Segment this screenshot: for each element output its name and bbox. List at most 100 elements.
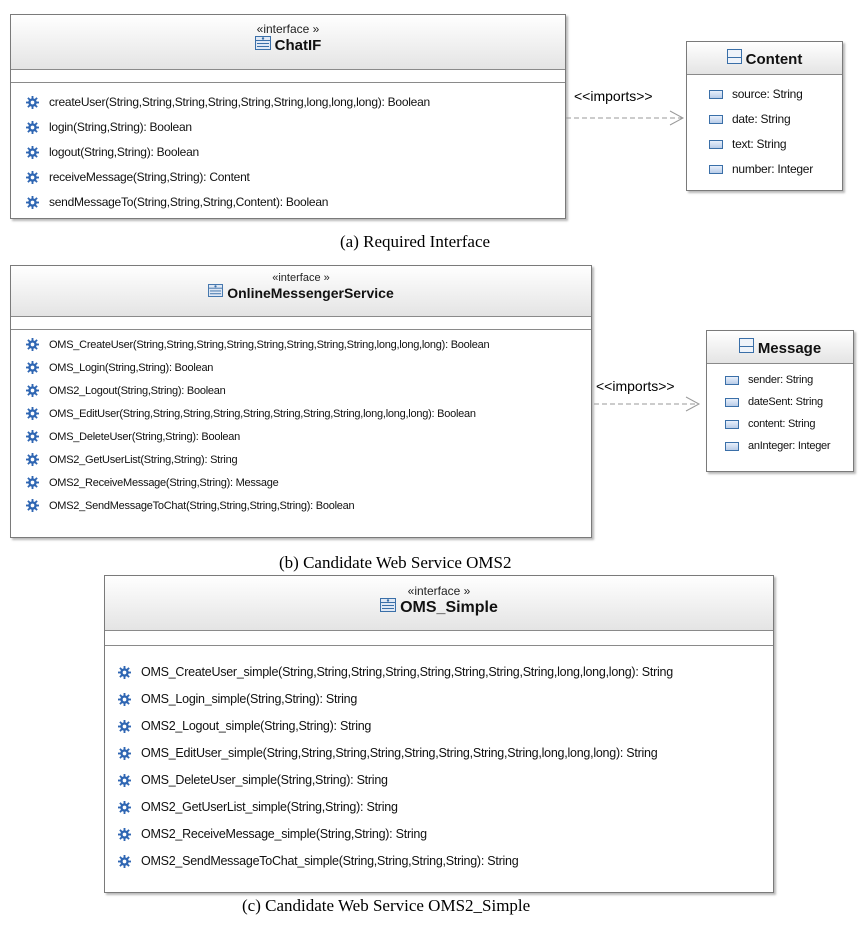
operation-icon [26,95,39,109]
oms2-header: «interface » OnlineMessengerService [11,266,591,317]
operation-icon [26,338,39,351]
attribute-row[interactable]: number: Integer [709,162,813,176]
attribute-label: source: String [732,87,803,101]
operation-icon [118,773,131,787]
caption-a: (a) Required Interface [340,232,491,251]
oms2-attribute-compartment [11,317,591,330]
operation-icon [26,476,39,489]
oms-simple-attribute-compartment [105,631,773,646]
operation-signature: OMS2_Logout_simple(String,String): Strin… [141,719,372,733]
oms-simple-stereotype: «interface » [407,584,471,598]
message-header: Message [707,331,853,364]
operation-row[interactable]: createUser(String,String,String,String,S… [26,95,430,109]
operation-icon [118,746,131,760]
interface-icon [208,284,224,302]
operation-signature: OMS2_ReceiveMessage(String,String): Mess… [49,476,279,489]
operation-row[interactable]: OMS_EditUser(String,String,String,String… [26,407,476,420]
imports-label: <<imports>> [574,88,653,104]
operation-signature: OMS_Login(String,String): Boolean [49,361,214,374]
attribute-icon [709,164,723,174]
operation-signature: logout(String,String): Boolean [49,145,199,159]
caption-b: (b) Candidate Web Service OMS2 [279,553,512,572]
operation-row[interactable]: OMS_EditUser_simple(String,String,String… [118,746,658,760]
operation-row[interactable]: OMS_Login(String,String): Boolean [26,361,213,374]
class-icon [726,49,742,69]
operation-icon [118,800,131,814]
operation-row[interactable]: OMS2_SendMessageToChat(String,String,Str… [26,499,355,512]
operation-icon [118,665,131,679]
operation-icon [26,499,39,512]
operation-row[interactable]: receiveMessage(String,String): Content [26,170,250,184]
operation-icon [26,120,39,134]
attribute-label: dateSent: String [748,396,823,408]
chatif-interface-box[interactable]: «interface » ChatIF [10,14,566,219]
operation-icon [26,384,39,397]
attribute-label: anInteger: Integer [748,440,831,452]
operation-row[interactable]: sendMessageTo(String,String,String,Conte… [26,195,328,209]
attribute-icon [709,114,723,124]
oms-simple-name: OMS_Simple [400,598,498,616]
operation-signature: OMS_CreateUser_simple(String,String,Stri… [141,665,673,679]
attribute-row[interactable]: content: String [725,418,815,430]
operation-icon [118,827,131,841]
operation-icon [26,361,39,374]
oms-simple-header: «interface » OMS_Simple [105,576,773,631]
attribute-row[interactable]: source: String [709,87,803,101]
operation-signature: OMS_EditUser(String,String,String,String… [49,407,476,420]
attribute-row[interactable]: sender: String [725,374,813,386]
attribute-label: content: String [748,418,816,430]
content-header: Content [687,42,842,75]
attribute-row[interactable]: anInteger: Integer [725,440,831,452]
content-name: Content [745,50,803,68]
attribute-icon [725,397,739,407]
operation-row[interactable]: OMS2_SendMessageToChat_simple(String,Str… [118,854,519,868]
operation-icon [118,692,131,706]
operation-row[interactable]: OMS2_Logout_simple(String,String): Strin… [118,719,371,733]
attribute-label: sender: String [748,374,813,386]
operation-row[interactable]: OMS2_ReceiveMessage_simple(String,String… [118,827,427,841]
operation-signature: OMS_DeleteUser(String,String): Boolean [49,430,241,443]
operation-icon [118,719,131,733]
operation-signature: OMS2_GetUserList(String,String): String [49,453,238,466]
operation-row[interactable]: OMS_CreateUser_simple(String,String,Stri… [118,665,673,679]
operation-signature: login(String,String): Boolean [49,120,192,134]
operation-row[interactable]: OMS2_ReceiveMessage(String,String): Mess… [26,476,279,489]
operation-signature: OMS_DeleteUser_simple(String,String): St… [141,773,388,787]
attribute-row[interactable]: date: String [709,112,791,126]
attribute-icon [725,441,739,451]
dependency-arrow [566,110,685,126]
operation-row[interactable]: OMS_DeleteUser(String,String): Boolean [26,430,240,443]
attribute-icon [725,375,739,385]
operation-row[interactable]: OMS_Login_simple(String,String): String [118,692,357,706]
operation-signature: OMS2_SendMessageToChat_simple(String,Str… [141,854,519,868]
operation-row[interactable]: login(String,String): Boolean [26,120,192,134]
operation-row[interactable]: OMS2_Logout(String,String): Boolean [26,384,226,397]
attribute-icon [709,139,723,149]
class-icon [738,338,754,358]
caption-c: (c) Candidate Web Service OMS2_Simple [242,896,531,915]
operation-icon [26,407,39,420]
operation-signature: OMS2_ReceiveMessage_simple(String,String… [141,827,427,841]
operation-signature: OMS2_GetUserList_simple(String,String): … [141,800,398,814]
chatif-stereotype: «interface » [256,22,320,36]
interface-icon [380,598,397,617]
operation-signature: OMS_CreateUser(String,String,String,Stri… [49,338,490,351]
attribute-row[interactable]: text: String [709,137,787,151]
operation-row[interactable]: OMS_CreateUser(String,String,String,Stri… [26,338,490,351]
operation-signature: OMS_EditUser_simple(String,String,String… [141,746,658,760]
operation-signature: OMS2_SendMessageToChat(String,String,Str… [49,499,355,512]
operation-icon [26,145,39,159]
operation-row[interactable]: OMS2_GetUserList(String,String): String [26,453,238,466]
operation-row[interactable]: OMS_DeleteUser_simple(String,String): St… [118,773,388,787]
operation-icon [26,170,39,184]
operation-icon [26,453,39,466]
oms2-interface-box[interactable]: «interface » OnlineMessengerService [10,265,592,538]
attribute-label: date: String [732,112,791,126]
dependency-arrow [594,396,701,412]
operation-row[interactable]: OMS2_GetUserList_simple(String,String): … [118,800,398,814]
oms-simple-interface-box[interactable]: «interface » OMS_Simple [104,575,774,893]
attribute-row[interactable]: dateSent: String [725,396,823,408]
operation-row[interactable]: logout(String,String): Boolean [26,145,199,159]
oms2-stereotype: «interface » [272,272,330,284]
operation-signature: OMS_Login_simple(String,String): String [141,692,358,706]
